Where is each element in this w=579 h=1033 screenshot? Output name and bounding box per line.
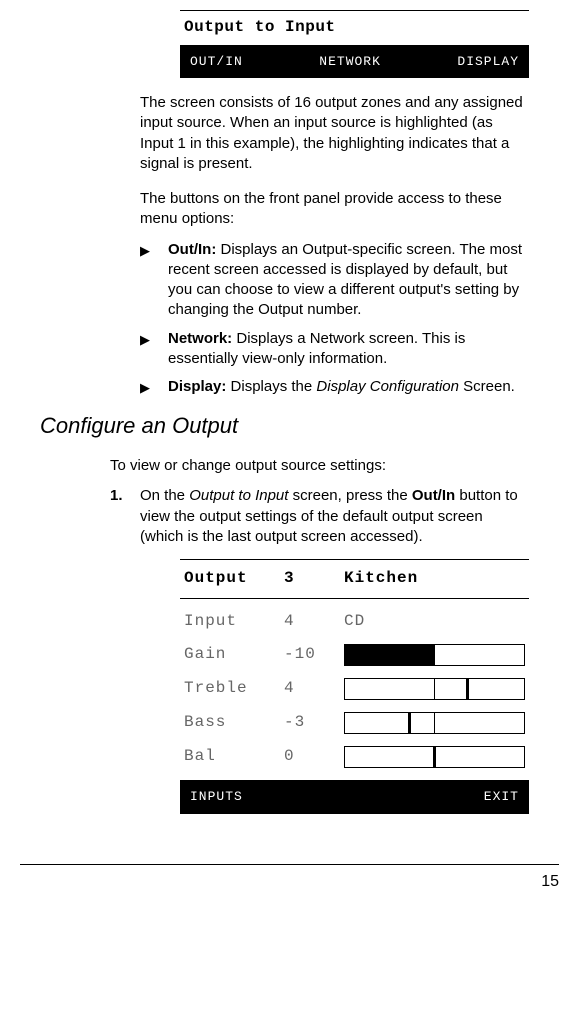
bullet-marker-icon: ▶ xyxy=(140,240,168,321)
text-bold: Out/In xyxy=(412,487,455,504)
value: 4 xyxy=(284,611,344,633)
treble-bar xyxy=(344,678,525,700)
bullet-label: Network: xyxy=(168,330,232,347)
bullet-marker-icon: ▶ xyxy=(140,377,168,397)
row-bass: Bass -3 xyxy=(180,706,529,740)
label: Bal xyxy=(184,746,284,768)
value: -10 xyxy=(284,644,344,666)
bullet-marker-icon: ▶ xyxy=(140,329,168,370)
value: -3 xyxy=(284,712,344,734)
bullet-network: Network: Displays a Network screen. This… xyxy=(168,329,529,370)
lcd-output-to-input: Output to Input OUT/IN NETWORK DISPLAY xyxy=(180,10,529,78)
text-italic: Output to Input xyxy=(189,487,288,504)
paragraph-1: The screen consists of 16 output zones a… xyxy=(140,93,529,174)
text: On the xyxy=(140,487,189,504)
bass-bar xyxy=(344,712,525,734)
bullet-label: Display: xyxy=(168,378,226,395)
label: Gain xyxy=(184,644,284,666)
step-1-text: On the Output to Input screen, press the… xyxy=(140,486,529,547)
label: Treble xyxy=(184,678,284,700)
intro-text: To view or change output source settings… xyxy=(110,456,529,476)
value: 4 xyxy=(284,678,344,700)
heading-configure-output: Configure an Output xyxy=(40,411,549,441)
menu-network[interactable]: NETWORK xyxy=(319,53,381,71)
bullet-text: Displays an Output-specific screen. The … xyxy=(168,241,522,319)
bullet-label: Out/In: xyxy=(168,241,216,258)
lcd-menu-bar: OUT/IN NETWORK DISPLAY xyxy=(180,45,529,79)
menu-display[interactable]: DISPLAY xyxy=(457,53,519,71)
label: Input xyxy=(184,611,284,633)
lcd-footer-bar: INPUTS EXIT xyxy=(180,780,529,814)
bullet-out-in: Out/In: Displays an Output-specific scre… xyxy=(168,240,529,321)
value: 0 xyxy=(284,746,344,768)
row-bal: Bal 0 xyxy=(180,740,529,774)
header-label: Output xyxy=(184,568,284,590)
paragraph-2: The buttons on the front panel provide a… xyxy=(140,189,529,230)
menu-out-in[interactable]: OUT/IN xyxy=(190,53,243,71)
gain-bar xyxy=(344,644,525,666)
lcd-output-config: Output 3 Kitchen Input 4 CD Gain -10 Tre… xyxy=(180,559,529,814)
row-gain: Gain -10 xyxy=(180,638,529,672)
header-name: Kitchen xyxy=(344,568,525,590)
value: CD xyxy=(344,611,525,633)
row-input: Input 4 CD xyxy=(180,605,529,639)
bullet-italic: Display Configuration xyxy=(316,378,459,395)
footer-exit[interactable]: EXIT xyxy=(484,788,519,806)
lcd-title: Output to Input xyxy=(180,10,529,45)
bullet-text: Displays the xyxy=(226,378,316,395)
row-treble: Treble 4 xyxy=(180,672,529,706)
bullet-display: Display: Displays the Display Configurat… xyxy=(168,377,529,397)
page-number: 15 xyxy=(20,864,559,893)
label: Bass xyxy=(184,712,284,734)
step-number: 1. xyxy=(110,486,140,547)
footer-inputs[interactable]: INPUTS xyxy=(190,788,243,806)
lcd-header: Output 3 Kitchen xyxy=(180,560,529,599)
text: screen, press the xyxy=(288,487,411,504)
bal-bar xyxy=(344,746,525,768)
bullet-text: Screen. xyxy=(459,378,515,395)
header-number: 3 xyxy=(284,568,344,590)
